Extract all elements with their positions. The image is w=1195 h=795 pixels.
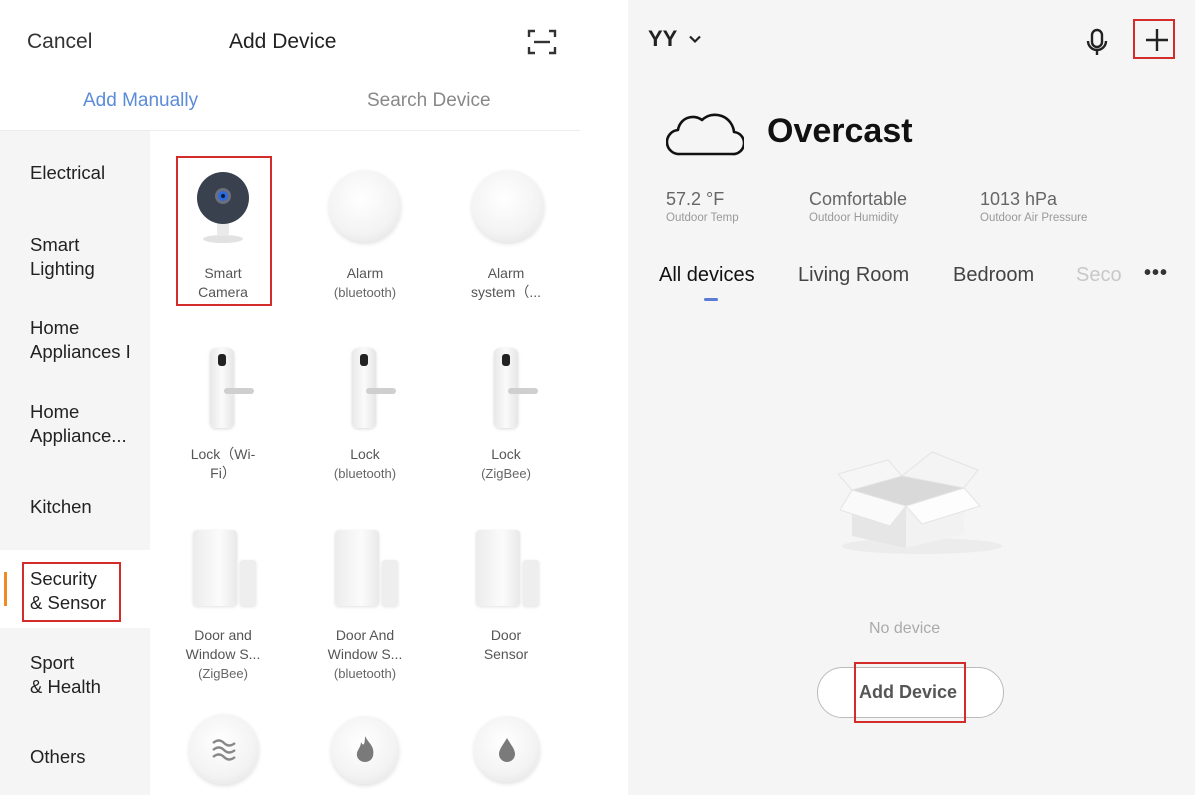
outdoor-humidity-value: Comfortable [809,189,908,209]
outdoor-pressure-value: 1013 hPa [980,189,1058,209]
outdoor-temp-label: Outdoor Temp [666,212,739,224]
alarm-icon [329,170,401,242]
tab-active-indicator [704,298,718,301]
outdoor-humidity-label: Outdoor Humidity [809,212,899,224]
chevron-down-icon [689,35,701,44]
empty-state-text: No device [869,620,941,637]
page-title: Add Device [229,30,337,53]
category-label: Smart Lighting [30,234,95,279]
device-label: Alarm [346,265,384,281]
device-label: Door Sensor [483,627,529,662]
door-sensor-icon [476,530,520,606]
smoke-sensor-icon[interactable] [331,716,399,784]
category-smart-lighting[interactable]: Smart Lighting [30,233,95,281]
microphone-icon[interactable] [1085,28,1109,58]
door-sensor-icon [193,530,237,606]
tab-all-devices[interactable]: All devices [659,264,755,287]
home-panel: YY Overcast 57.2 °F Outdoor Temp Comfort… [628,0,1195,795]
door-sensor-magnet-icon [382,560,398,606]
device-sub: (bluetooth) [333,666,397,681]
lock-icon [494,348,538,428]
weather-condition: Overcast [767,112,913,150]
home-name: YY [648,26,678,51]
device-label: Lock [491,446,521,462]
door-sensor-icon [335,530,379,606]
door-sensor-magnet-icon [523,560,539,606]
add-device-panel: Cancel Add Device Add Manually Search De… [0,0,590,795]
air-quality-sensor-icon[interactable] [189,714,259,784]
cancel-button[interactable]: Cancel [27,30,92,54]
device-sub: (bluetooth) [333,285,397,300]
device-label: Door And Window S... [327,627,403,662]
highlight-box-smart-camera [176,156,272,306]
lock-icon [210,348,254,428]
device-label: Door and Window S... [185,627,261,662]
category-sport-health[interactable]: Sport & Health [30,651,101,699]
tab-bedroom[interactable]: Bedroom [953,264,1034,287]
category-label: Home Appliances I [30,317,131,362]
category-electrical[interactable]: Electrical [30,161,105,185]
device-label: Lock（Wi- Fi） [190,446,256,481]
category-label: Home Appliance... [30,401,127,446]
category-label: Electrical [30,162,106,183]
category-label: Kitchen [30,496,92,517]
empty-box-icon [837,451,1002,554]
category-others[interactable]: Others [30,745,86,769]
category-home-appliance-2[interactable]: Home Appliance... [30,400,127,448]
highlight-box-add-device [854,662,966,723]
highlight-box-category [22,562,121,622]
category-label: Others [30,746,86,767]
tab-living-room[interactable]: Living Room [798,264,909,287]
highlight-box-plus [1133,19,1175,59]
water-leak-sensor-icon[interactable] [474,716,540,782]
cloud-icon [666,113,744,156]
category-kitchen[interactable]: Kitchen [30,495,92,519]
tab-second-room[interactable]: Seco [1076,264,1122,287]
device-label: Lock [350,446,380,462]
tab-add-manually[interactable]: Add Manually [83,90,198,112]
device-label: Alarm system（... [470,265,541,300]
outdoor-temp-value: 57.2 °F [666,189,725,209]
category-label: Sport & Health [30,652,101,697]
more-icon[interactable]: ••• [1144,262,1168,285]
device-sub: (bluetooth) [333,466,397,481]
device-sub: (ZigBee) [481,466,531,481]
device-sub: (ZigBee) [198,666,248,681]
selected-category-indicator [4,572,7,606]
alarm-system-icon [472,170,544,242]
lock-icon [352,348,396,428]
door-sensor-magnet-icon [240,560,256,606]
category-home-appliances[interactable]: Home Appliances I [30,316,131,364]
scan-icon[interactable] [527,28,557,56]
tab-search-device[interactable]: Search Device [367,90,491,112]
outdoor-pressure-label: Outdoor Air Pressure [980,212,1088,224]
